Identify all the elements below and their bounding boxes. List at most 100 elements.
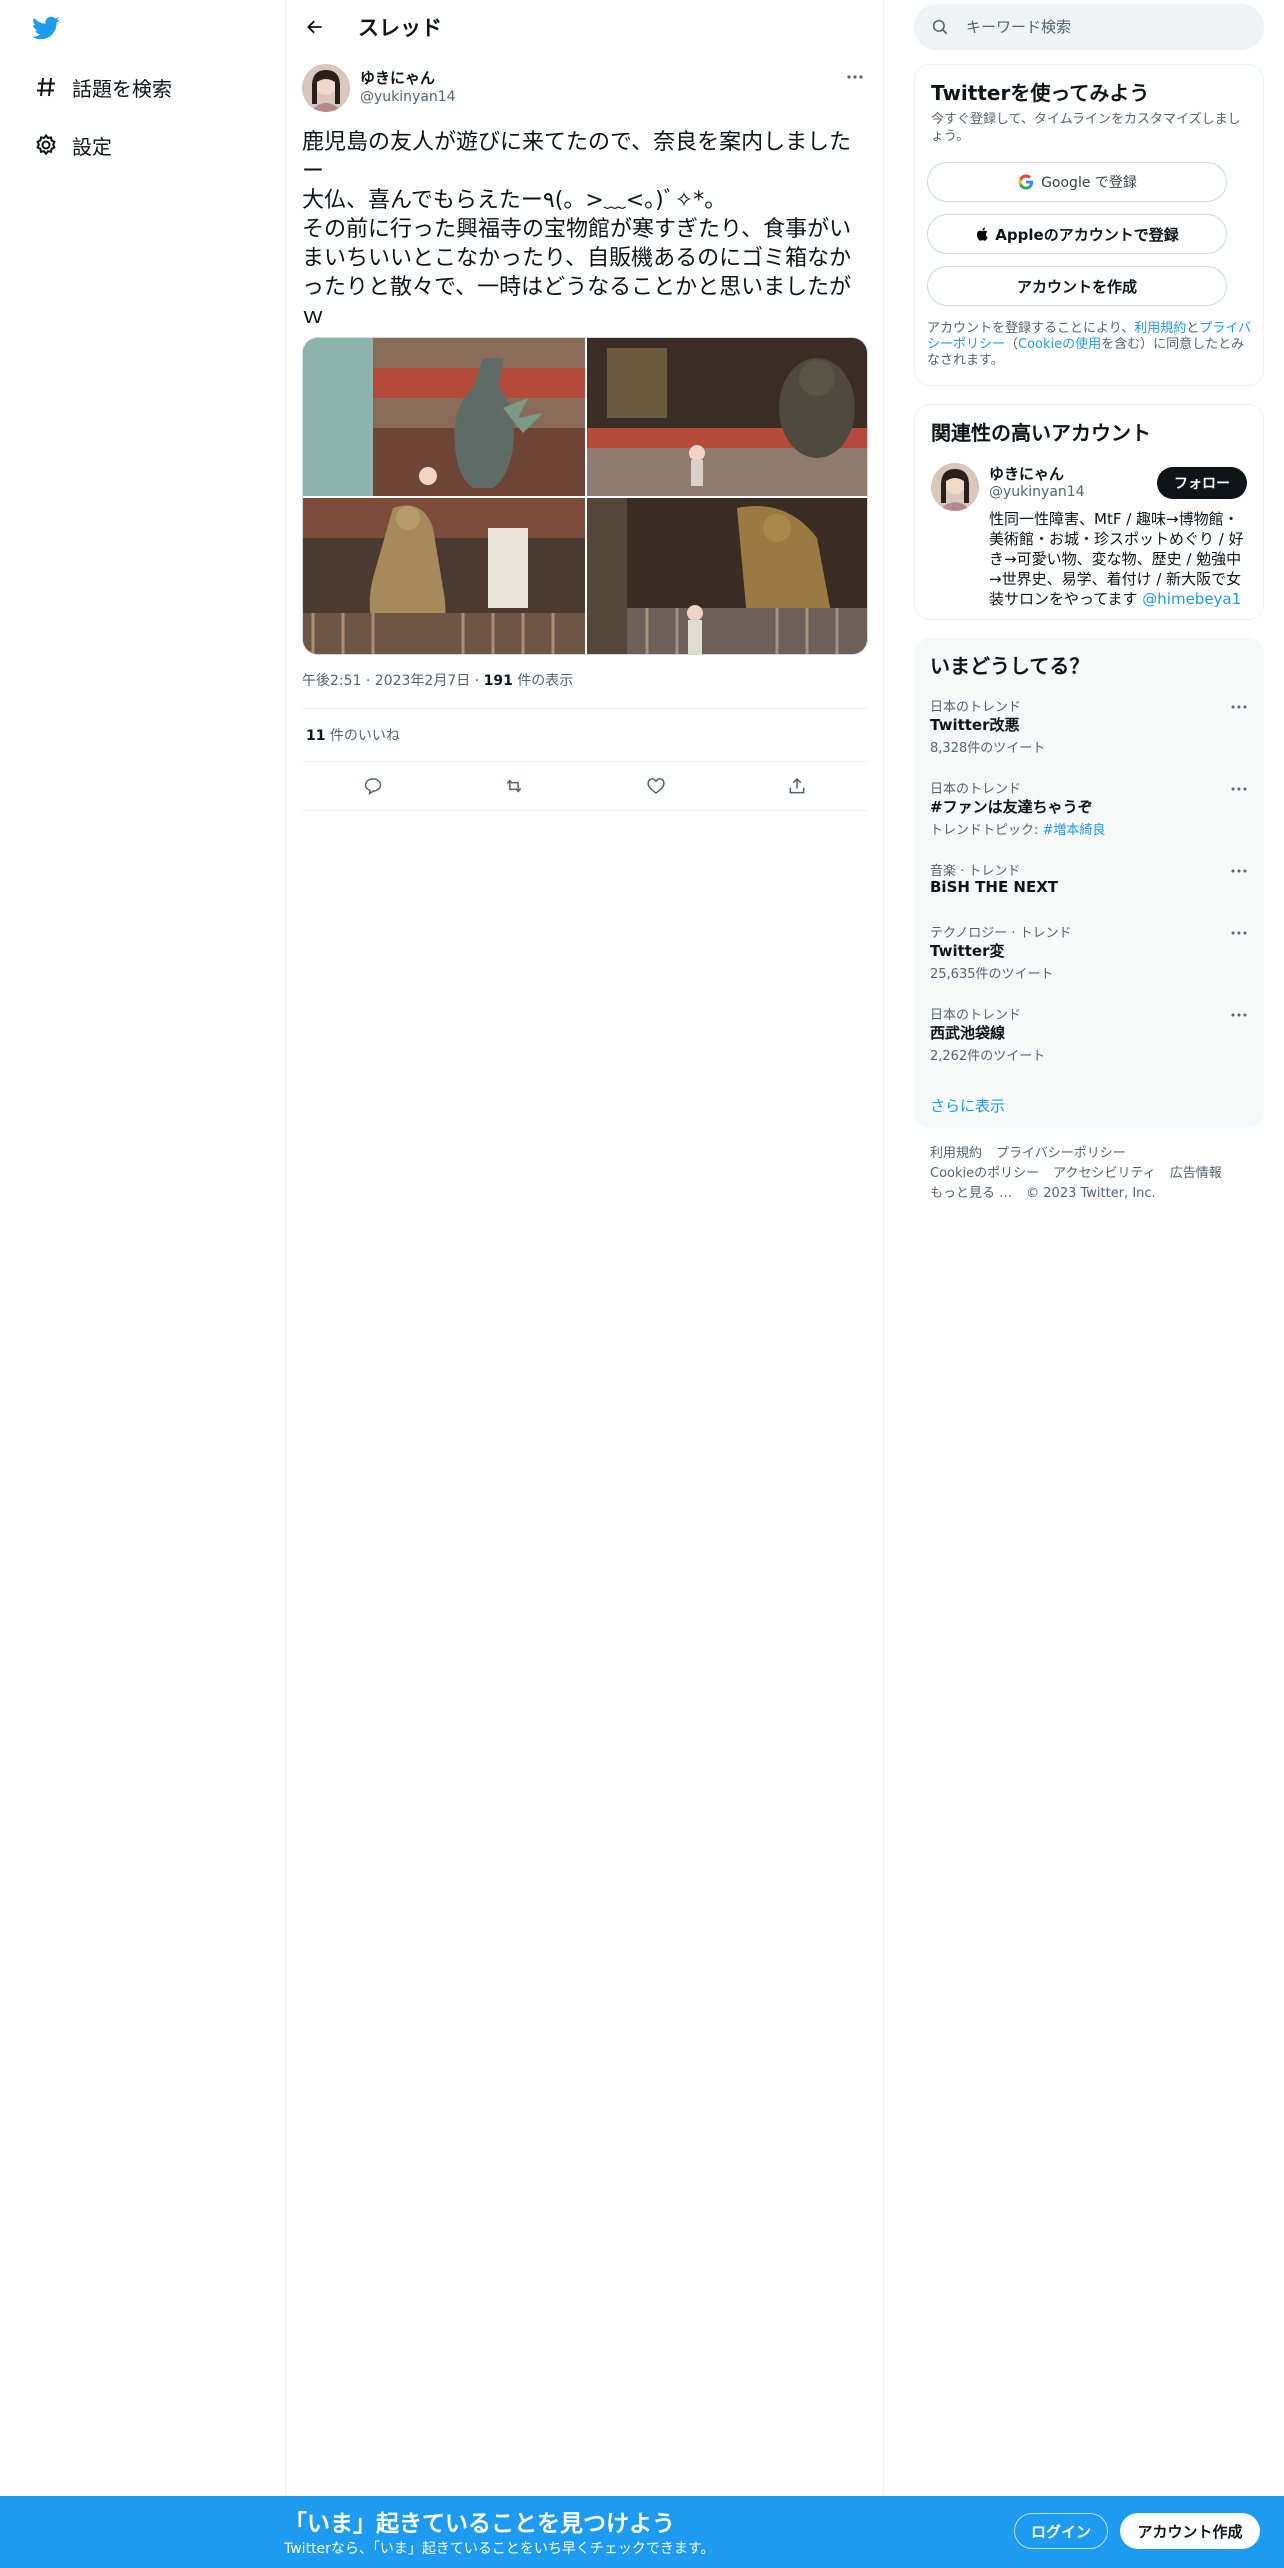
bottom-bar-title: 「いま」起きていることを見つけよう (284, 2511, 675, 2537)
cookie-link[interactable]: Cookieの使用 (1018, 337, 1101, 352)
left-sidebar: 話題を検索 設定 (0, 0, 286, 2568)
sidebar-item-explore[interactable]: 話題を検索 (22, 59, 172, 115)
login-button[interactable]: ログイン (1014, 2513, 1108, 2549)
create-account-label: アカウントを作成 (1016, 277, 1137, 296)
show-more-link[interactable]: さらに表示 (930, 1095, 1005, 1116)
tweet-author: ゆきにゃん @yukinyan14 (302, 64, 868, 114)
trend-count: 25,635件のツイート (930, 967, 1054, 982)
footer-link[interactable]: プライバシーポリシー (996, 1144, 1126, 1164)
gear-icon (22, 133, 72, 157)
trend-context: テクノロジー · トレンド (930, 926, 1072, 941)
copyright: © 2023 Twitter, Inc. (1026, 1186, 1156, 1201)
search-input[interactable] (966, 18, 1246, 36)
trend-context: 日本のトレンド (930, 782, 1022, 797)
trend-context: 日本のトレンド (930, 1008, 1022, 1023)
trend-item[interactable]: 日本のトレンド 西武池袋線 2,262件のツイート (914, 1004, 1264, 1086)
more-icon[interactable] (1228, 924, 1250, 942)
apple-signup-label: Appleのアカウントで登録 (995, 225, 1179, 244)
likes-count: 11 (306, 728, 326, 744)
bottom-signup-bar: 「いま」起きていることを見つけよう Twitterなら、「いま」起きていることを… (0, 2496, 1284, 2568)
tweet-text: 鹿児島の友人が遊びに来てたので、奈良を案内しましたー 大仏、喜んでもらえたー٩(… (302, 130, 852, 329)
page-title: スレッド (358, 16, 442, 40)
retweet-icon[interactable] (494, 766, 534, 806)
more-icon[interactable] (1228, 862, 1250, 880)
footer-link[interactable]: Cookieのポリシー (930, 1164, 1039, 1184)
tweet-timestamp[interactable]: 午後2:51 · 2023年2月7日 (302, 673, 470, 689)
trend-name: BiSH THE NEXT (930, 878, 1059, 896)
create-account-button[interactable]: アカウントを作成 (927, 266, 1227, 306)
likes-label: 件のいいね (325, 728, 400, 744)
divider (302, 708, 868, 709)
bottom-bar-subtitle: Twitterなら、「いま」起きていることをいち早くチェックできます。 (284, 2541, 715, 2557)
trend-name: Twitter改悪 (930, 716, 1020, 734)
relevant-account-name[interactable]: ゆきにゃん (989, 463, 1064, 484)
trends-title: いまどうしてる？ (930, 654, 1090, 678)
tweet-photo[interactable] (587, 338, 867, 496)
trend-context: 日本のトレンド (930, 700, 1022, 715)
sidebar-item-settings[interactable]: 設定 (22, 117, 112, 173)
views-count: 191 (483, 673, 513, 689)
author-handle[interactable]: @yukinyan14 (360, 89, 456, 105)
apple-icon (975, 225, 991, 243)
search-box[interactable] (914, 4, 1264, 50)
twitter-bird-icon[interactable] (30, 14, 66, 44)
author-name[interactable]: ゆきにゃん (360, 67, 435, 88)
signup-card: Twitterを使ってみよう 今すぐ登録して、タイムラインをカスタマイズしましょ… (914, 64, 1264, 386)
signup-button[interactable]: アカウント作成 (1120, 2513, 1260, 2549)
trend-item[interactable]: テクノロジー · トレンド Twitter変 25,635件のツイート (914, 922, 1264, 1004)
thread-header: スレッド (286, 0, 884, 54)
tweet-actions (302, 762, 868, 810)
relevant-account-handle[interactable]: @yukinyan14 (989, 484, 1085, 500)
footer-links: 利用規約 プライバシーポリシー Cookieのポリシー アクセシビリティ 広告情報 も… (930, 1144, 1260, 1204)
trend-context: 音楽 · トレンド (930, 864, 1021, 879)
trend-name: 西武池袋線 (930, 1024, 1006, 1042)
arrow-left-icon[interactable] (298, 12, 332, 42)
footer-link[interactable]: 広告情報 (1170, 1164, 1222, 1184)
terms-link[interactable]: 利用規約 (1134, 321, 1186, 336)
relevant-accounts-card: 関連性の高いアカウント ゆきにゃん @yukinyan14 フォロー 性同一性障… (914, 404, 1264, 620)
like-icon[interactable] (636, 766, 676, 806)
signup-card-title: Twitterを使ってみよう (931, 81, 1150, 105)
google-signup-label: Google で登録 (1041, 175, 1137, 191)
search-icon (914, 18, 966, 36)
google-signup-button[interactable]: Google で登録 (927, 162, 1227, 202)
main-column: スレッド ゆきにゃん @yukinyan14 鹿児島の友人が遊びに来てたので、奈… (286, 0, 884, 2568)
signup-card-subtitle: 今すぐ登録して、タイムラインをカスタマイズしましょう。 (931, 112, 1241, 144)
apple-signup-button[interactable]: Appleのアカウントで登録 (927, 214, 1227, 254)
trend-count: 2,262件のツイート (930, 1049, 1046, 1064)
bio-mention-link[interactable]: @himebeya1 (1142, 590, 1241, 608)
trend-name: Twitter変 (930, 942, 1005, 960)
footer-link[interactable]: 利用規約 (930, 1144, 982, 1164)
hashtag-icon (22, 75, 72, 99)
share-icon[interactable] (777, 766, 817, 806)
signup-legal-text: アカウントを登録することにより、利用規約とプライバシーポリシー（Cookieの使… (927, 321, 1252, 368)
trend-count: トレンドトピック: #増本綺良 (930, 823, 1106, 838)
follow-button[interactable]: フォロー (1157, 467, 1247, 499)
reply-icon[interactable] (353, 766, 393, 806)
tweet-photo[interactable] (303, 338, 585, 496)
trend-topic-link[interactable]: #増本綺良 (1043, 823, 1106, 838)
relevant-account-bio: 性同一性障害、MtF / 趣味→博物館・美術館・お城・珍スポットめぐり / 好き… (989, 510, 1244, 608)
avatar[interactable] (302, 64, 350, 112)
sidebar-item-label: 設定 (72, 134, 112, 159)
more-icon[interactable] (1228, 698, 1250, 716)
divider (302, 810, 868, 811)
footer-link[interactable]: アクセシビリティ (1053, 1164, 1156, 1184)
tweet-meta: 午後2:51 · 2023年2月7日 · 191 件の表示 (302, 673, 574, 689)
footer-link[interactable]: もっと見る … (930, 1184, 1012, 1204)
tweet-photo[interactable] (303, 498, 585, 654)
trend-item[interactable]: 日本のトレンド #ファンは友達ちゃうぞ トレンドトピック: #増本綺良 (914, 778, 1264, 860)
tweet-photo[interactable] (587, 498, 867, 654)
trend-count: 8,328件のツイート (930, 741, 1046, 756)
more-icon[interactable] (1228, 780, 1250, 798)
sidebar-item-label: 話題を検索 (72, 76, 172, 101)
trend-name: #ファンは友達ちゃうぞ (930, 798, 1093, 816)
relevant-accounts-title: 関連性の高いアカウント (931, 421, 1151, 445)
trends-card: いまどうしてる？ 日本のトレンド Twitter改悪 8,328件のツイート 日… (914, 638, 1264, 1128)
tweet-media-grid (302, 337, 868, 655)
more-icon[interactable] (1228, 1006, 1250, 1024)
likes-stat[interactable]: 11 件のいいね (306, 725, 400, 745)
trend-item[interactable]: 日本のトレンド Twitter改悪 8,328件のツイート (914, 696, 1264, 778)
avatar[interactable] (931, 463, 979, 511)
more-icon[interactable] (842, 66, 868, 88)
